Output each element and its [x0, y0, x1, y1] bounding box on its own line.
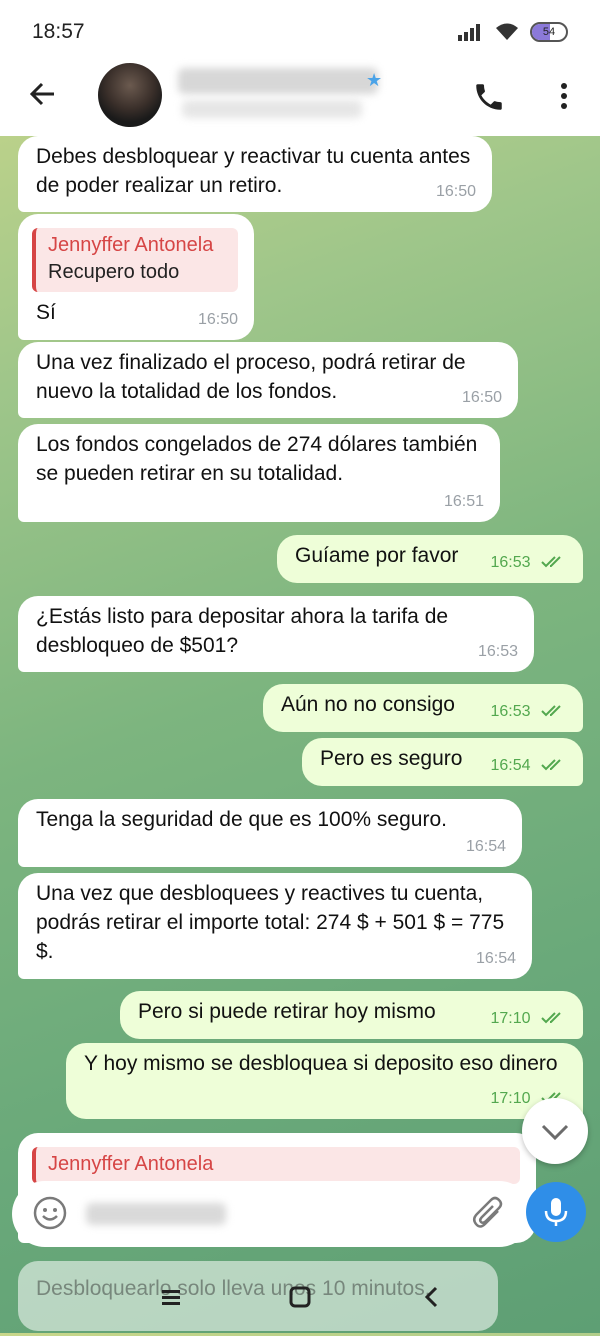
message-bubble[interactable]: Jennyffer Antonela Recupero todo Sí 16:5… [18, 214, 254, 340]
microphone-icon [544, 1198, 568, 1226]
message-bubble[interactable]: Una vez que desbloquees y reactives tu c… [18, 873, 532, 979]
message-time: 17:10 [490, 1010, 531, 1027]
message-bubble[interactable]: Pero si puede retirar hoy mismo 17:10 [120, 991, 583, 1039]
message-text: Una vez que desbloquees y reactives tu c… [36, 882, 505, 963]
message-text: Tenga la seguridad de que es 100% seguro… [36, 808, 447, 831]
scroll-to-bottom-button[interactable] [522, 1098, 588, 1164]
message-bubble[interactable]: Una vez finalizado el proceso, podrá ret… [18, 342, 518, 418]
read-checkmarks-icon [541, 1012, 561, 1024]
message-time: 16:50 [435, 183, 476, 200]
message-input-bar[interactable] [12, 1181, 532, 1247]
message-input-blurred[interactable] [86, 1203, 226, 1225]
message-bubble[interactable]: Tenga la seguridad de que es 100% seguro… [18, 799, 522, 867]
message-bubble[interactable]: Guíame por favor 16:53 [277, 535, 583, 583]
message-time: 16:54 [475, 950, 516, 967]
reply-preview[interactable]: Jennyffer Antonela Recupero todo [32, 228, 238, 292]
reply-author: Jennyffer Antonela [48, 234, 214, 256]
recent-apps-icon[interactable] [160, 1287, 182, 1307]
message-bubble[interactable]: Aún no no consigo 16:53 [263, 684, 583, 732]
message-bubble[interactable]: Los fondos congelados de 274 dólares tam… [18, 424, 500, 522]
message-bubble[interactable]: Y hoy mismo se desbloquea si deposito es… [66, 1043, 583, 1119]
status-bar: 18:57 54 [0, 0, 600, 66]
phone-icon[interactable] [472, 80, 506, 114]
contact-name-blurred[interactable] [178, 68, 378, 94]
message-time: 16:53 [490, 554, 531, 571]
message-time: 16:53 [490, 703, 531, 720]
reply-text: Recupero todo [48, 261, 180, 283]
message-text: Los fondos congelados de 274 dólares tam… [36, 433, 478, 485]
message-time: 16:54 [465, 838, 506, 855]
emoji-icon[interactable] [32, 1195, 68, 1231]
back-nav-icon[interactable] [422, 1286, 442, 1308]
reply-author: Jennyffer Antonela [48, 1153, 214, 1175]
read-checkmarks-icon [541, 556, 561, 568]
message-time: 16:50 [461, 389, 502, 406]
back-arrow-icon[interactable] [28, 80, 56, 108]
more-options-icon[interactable] [552, 80, 576, 112]
read-checkmarks-icon [541, 705, 561, 717]
message-time: 16:50 [197, 311, 238, 328]
contact-status-blurred [182, 100, 362, 118]
attach-icon[interactable] [470, 1195, 506, 1233]
home-icon[interactable] [288, 1286, 312, 1308]
status-time: 18:57 [32, 20, 85, 43]
read-checkmarks-icon [541, 759, 561, 771]
message-text: Una vez finalizado el proceso, podrá ret… [36, 351, 466, 403]
system-navigation-bar [0, 1283, 600, 1313]
message-list[interactable]: Debes desbloquear y reactivar tu cuenta … [0, 136, 600, 1336]
message-time: 16:51 [443, 493, 484, 510]
chat-header: ★ [0, 63, 600, 136]
voice-record-button[interactable] [526, 1182, 586, 1242]
verified-icon: ★ [366, 70, 383, 90]
message-bubble[interactable]: ¿Estás listo para depositar ahora la tar… [18, 596, 534, 672]
message-text: Y hoy mismo se desbloquea si deposito es… [84, 1052, 558, 1075]
battery-level: 54 [542, 26, 556, 38]
message-bubble[interactable]: Debes desbloquear y reactivar tu cuenta … [18, 136, 492, 212]
message-text: ¿Estás listo para depositar ahora la tar… [36, 605, 449, 657]
signal-icon [458, 24, 480, 41]
battery-indicator: 54 [530, 22, 568, 42]
message-time: 16:53 [477, 643, 518, 660]
wifi-icon [496, 23, 518, 40]
message-text: Debes desbloquear y reactivar tu cuenta … [36, 145, 471, 197]
message-time: 16:54 [490, 757, 531, 774]
reply-preview[interactable]: Jennyffer Antonela [32, 1147, 520, 1184]
contact-avatar[interactable] [98, 63, 162, 127]
message-bubble[interactable]: Pero es seguro 16:54 [302, 738, 583, 786]
chevron-down-icon [541, 1124, 569, 1141]
